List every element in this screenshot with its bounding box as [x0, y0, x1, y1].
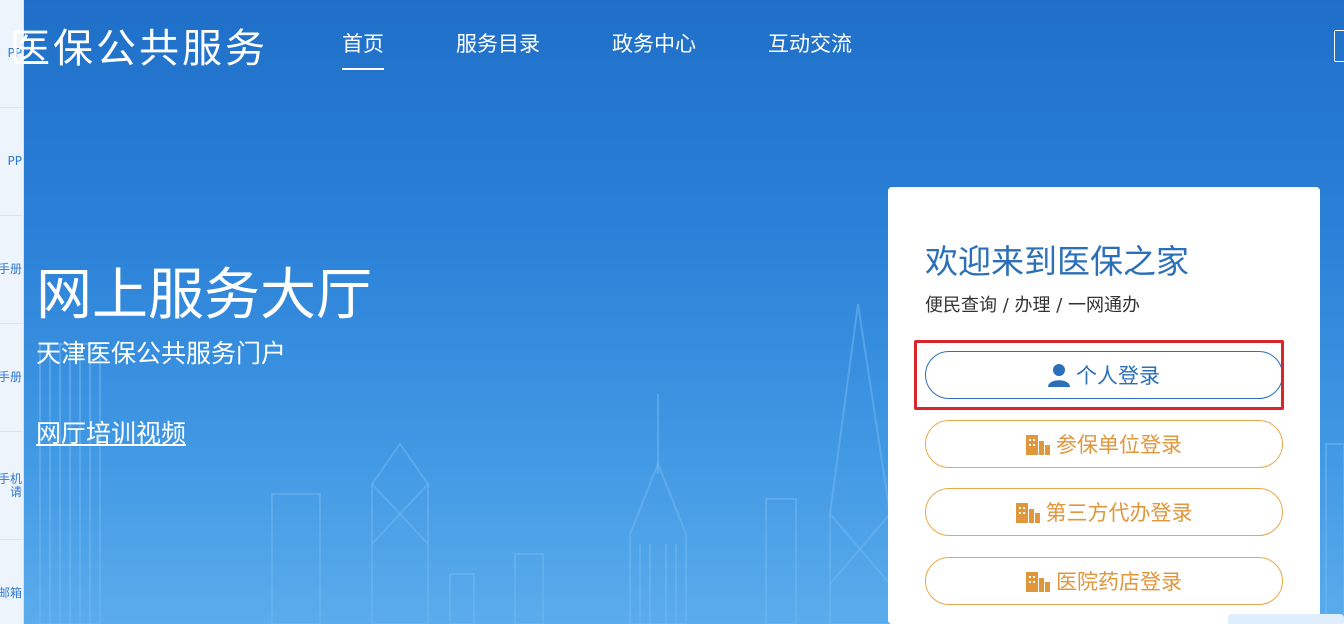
agent-login-button[interactable]: 第三方代办登录 — [925, 488, 1283, 536]
hero-title: 网上服务大厅 — [36, 263, 372, 328]
nav-home[interactable]: 首页 — [342, 28, 384, 70]
personal-login-label: 个人登录 — [1076, 364, 1160, 388]
nav-service-catalog[interactable]: 服务目录 — [456, 28, 540, 70]
user-icon — [1048, 363, 1070, 387]
hero-subtitle: 天津医保公共服务门户 — [36, 339, 287, 368]
hospital-pharmacy-login-button[interactable]: 医院药店登录 — [925, 557, 1283, 605]
personal-login-button[interactable]: 个人登录 — [925, 351, 1283, 399]
sidebar-item-mobile-apply[interactable]: 手机 请 — [0, 432, 24, 540]
hospital-pharmacy-login-label: 医院药店登录 — [1056, 570, 1182, 594]
sidebar-item-manual-2[interactable]: 手册 — [0, 324, 24, 432]
header-right-control[interactable] — [1334, 30, 1344, 62]
left-sidebar: PP PP 手册 手册 手机 请 邮箱 — [0, 0, 24, 624]
main-nav: 首页 服务目录 政务中心 互动交流 — [342, 28, 924, 70]
site-logo[interactable]: 医保公共服务 — [10, 16, 268, 74]
training-video-link[interactable]: 网厅培训视频 — [36, 414, 186, 450]
nav-interaction[interactable]: 互动交流 — [768, 28, 852, 70]
sidebar-item-app-2[interactable]: PP — [0, 108, 24, 216]
organization-login-button[interactable]: 参保单位登录 — [925, 420, 1283, 468]
building-icon — [1015, 501, 1040, 523]
nav-government-center[interactable]: 政务中心 — [612, 28, 696, 70]
sidebar-item-mailbox[interactable]: 邮箱 — [0, 540, 24, 624]
organization-login-label: 参保单位登录 — [1056, 433, 1182, 457]
floating-widget-edge[interactable] — [1228, 614, 1344, 624]
card-subtitle: 便民查询 / 办理 / 一网通办 — [925, 295, 1141, 316]
building-icon — [1026, 570, 1050, 592]
login-card: 欢迎来到医保之家 便民查询 / 办理 / 一网通办 个人登录 参保单位登录 第三… — [888, 187, 1320, 624]
card-title: 欢迎来到医保之家 — [925, 242, 1189, 281]
agent-login-label: 第三方代办登录 — [1045, 501, 1193, 525]
building-icon — [1026, 433, 1050, 455]
sidebar-item-manual[interactable]: 手册 — [0, 216, 24, 324]
